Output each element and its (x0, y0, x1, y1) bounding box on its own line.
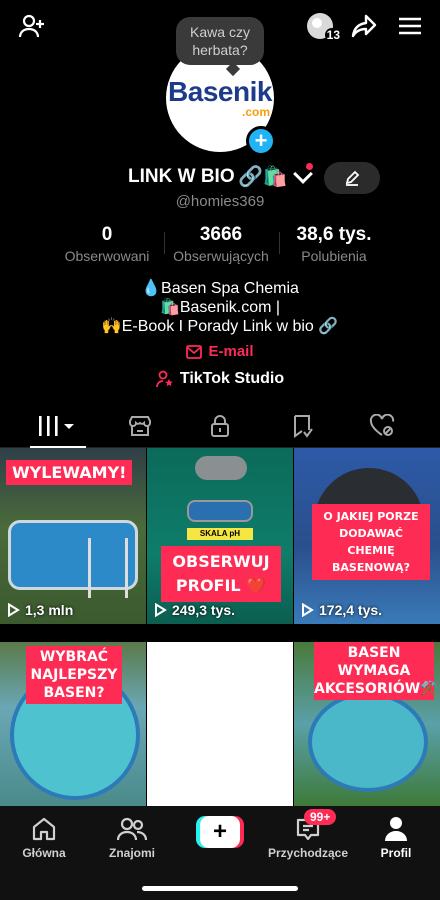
name-row: LINK W BIO 🔗🛍️ (0, 162, 440, 194)
notification-count: 13 (324, 28, 342, 42)
studio-label: TikTok Studio (179, 370, 285, 387)
video-title-label: OBSERWUJ PROFIL ❤️ (161, 546, 281, 602)
bio-line-2: 🛍️Basenik.com | (159, 299, 281, 316)
play-icon (8, 603, 20, 617)
email-link[interactable]: E-mail (0, 343, 440, 360)
play-icon (155, 603, 167, 617)
view-count-value: 172,4 tys. (319, 602, 383, 618)
video-title-label: WYBRAĆ NAJLEPSZY BASEN? (26, 646, 122, 704)
menu-icon[interactable] (394, 10, 426, 42)
stat-label: Obserwujących (173, 248, 269, 264)
note-line-1: Kawa czy (190, 24, 250, 40)
stat-likes[interactable]: 38,6 tys. Polubienia (280, 224, 388, 266)
nav-home-label: Główna (22, 846, 66, 860)
studio-user-star-icon (155, 370, 173, 388)
profile-icon (352, 814, 440, 844)
play-icon (302, 603, 314, 617)
bottom-navigation: Główna Znajomi + Przychodzące 99+ Profil (0, 806, 440, 900)
pool-illustration (187, 500, 253, 522)
grid-columns-icon (39, 416, 74, 436)
note-line-2: herbata? (192, 42, 248, 58)
nav-home[interactable]: Główna (0, 814, 88, 860)
account-switcher[interactable]: 🔗🛍️ (238, 163, 313, 189)
view-count-value: 249,3 tys. (172, 602, 236, 618)
video-thumbnail-6[interactable]: BASEN WYMAGA AKCESORIÓW⚒️ (294, 642, 440, 806)
username: @homies369 (175, 193, 265, 210)
view-count: 172,4 tys. (300, 602, 382, 618)
private-tab[interactable] (190, 404, 250, 448)
bio-line-1: 💧Basen Spa Chemia (141, 280, 299, 297)
add-avatar-plus-icon[interactable]: + (246, 126, 276, 156)
profile-tabs (0, 404, 440, 448)
stat-value: 3666 (199, 224, 243, 245)
view-count-value: 1,3 mln (25, 602, 74, 618)
shop-tab[interactable] (110, 404, 170, 448)
name-emojis: 🔗🛍️ (238, 166, 288, 188)
notification-avatar-icon[interactable]: 13 (302, 10, 342, 42)
video-title-label: O JAKIEJ PORZE DODAWAĆ CHEMIĘ BASENOWĄ? (312, 504, 430, 580)
cloud-illustration (195, 456, 247, 480)
video-thumbnail-3[interactable]: O JAKIEJ PORZE DODAWAĆ CHEMIĘ BASENOWĄ? … (294, 448, 440, 624)
video-title-label: WYLEWAMY! (6, 460, 133, 485)
video-thumbnail-1[interactable]: WYLEWAMY! 1,3 mln (0, 448, 146, 624)
video-thumbnail-5[interactable] (147, 642, 293, 806)
unread-dot (306, 163, 313, 170)
plus-icon: + (200, 816, 240, 848)
friends-icon (88, 814, 176, 844)
nav-inbox-label: Przychodzące (267, 846, 349, 860)
profile-name: LINK W BIO (128, 166, 235, 187)
profile-stats: 0 Obserwowani 3666 Obserwujących 38,6 ty… (0, 224, 440, 268)
heart-eye-icon (369, 414, 395, 436)
nav-profile-label: Profil (380, 846, 412, 860)
ladder-illustration (88, 538, 128, 598)
ph-scale-label: SKALA pH (187, 528, 253, 540)
create-button[interactable]: + (196, 816, 244, 848)
pool-illustration (308, 692, 428, 792)
stat-label: Obserwowani (64, 248, 150, 264)
nav-profile[interactable]: Profil (352, 814, 440, 860)
avatar-logo-suffix: .com (241, 105, 270, 119)
reposts-tab[interactable] (272, 404, 332, 448)
stat-value: 0 (101, 224, 113, 245)
videos-tab[interactable] (28, 404, 88, 448)
video-thumbnail-2[interactable]: SKALA pH OBSERWUJ PROFIL ❤️ 249,3 tys. (147, 448, 293, 624)
pencil-icon (345, 170, 360, 186)
home-indicator (142, 886, 298, 891)
home-icon (0, 814, 88, 844)
avatar-logo-main: Basenik (168, 76, 272, 107)
video-grid: WYLEWAMY! 1,3 mln SKALA pH OBSERWUJ PROF… (0, 448, 440, 806)
view-count: 249,3 tys. (153, 602, 235, 618)
nav-friends-label: Znajomi (108, 846, 155, 860)
bookmark-eye-icon (294, 415, 313, 438)
shop-icon (129, 416, 151, 436)
bio-line-3: 🙌E-Book I Porady Link w bio 🔗 (101, 318, 339, 335)
stat-label: Polubienia (301, 248, 367, 264)
inbox-badge: 99+ (304, 809, 337, 825)
lock-icon (211, 415, 229, 437)
share-icon[interactable] (348, 10, 380, 42)
note-bubble[interactable]: Kawa czy herbata? (176, 17, 264, 65)
email-label: E-mail (208, 343, 254, 360)
bio: 💧Basen Spa Chemia 🛍️Basenik.com | 🙌E-Boo… (0, 279, 440, 336)
tiktok-studio-link[interactable]: TikTok Studio (0, 370, 440, 388)
stat-following[interactable]: 0 Obserwowani (52, 224, 162, 266)
nav-friends[interactable]: Znajomi (88, 814, 176, 860)
stat-value: 38,6 tys. (296, 224, 372, 245)
view-count: 1,3 mln (6, 602, 73, 618)
mail-icon (186, 344, 203, 359)
liked-tab[interactable] (352, 404, 412, 448)
video-thumbnail-4[interactable]: WYBRAĆ NAJLEPSZY BASEN? (0, 642, 146, 806)
add-user-icon[interactable] (16, 10, 48, 42)
stat-followers[interactable]: 3666 Obserwujących (165, 224, 277, 266)
edit-profile-button[interactable] (324, 162, 380, 194)
video-title-label: BASEN WYMAGA AKCESORIÓW⚒️ (314, 642, 438, 700)
